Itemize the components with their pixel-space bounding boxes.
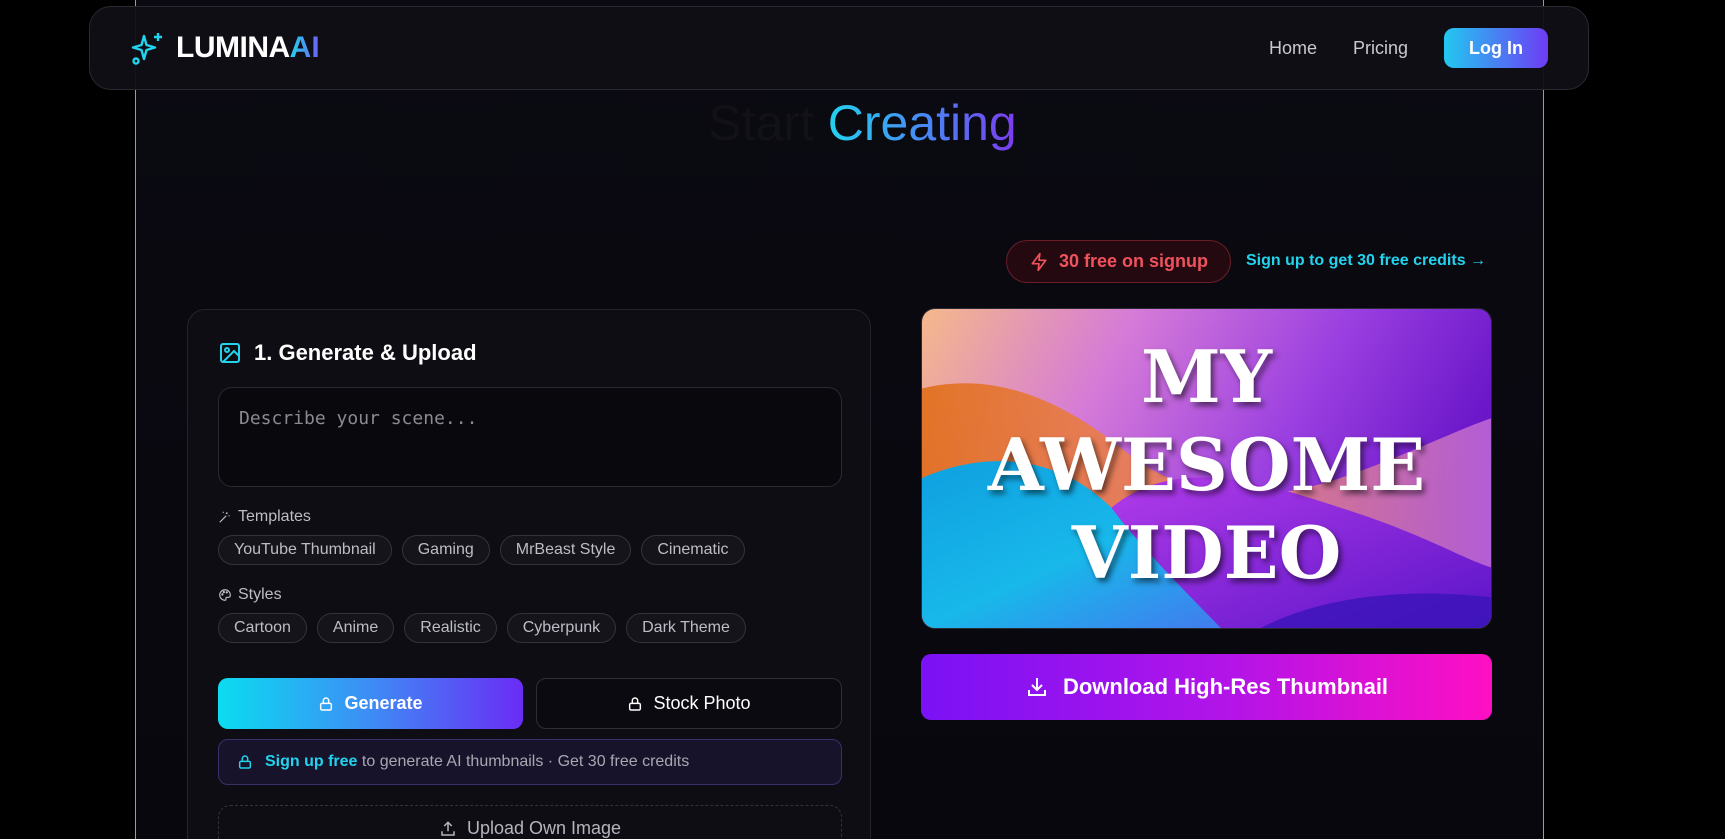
magic-wand-icon: [219, 511, 230, 523]
template-chip-cinematic[interactable]: Cinematic: [641, 535, 745, 565]
styles-chip-row: Cartoon Anime Realistic Cyberpunk Dark T…: [218, 613, 746, 643]
style-chip-anime[interactable]: Anime: [316, 613, 395, 643]
free-credits-text: 30 free on signup: [1058, 251, 1209, 271]
hero-title: Start Creating: [0, 94, 1725, 152]
panel-header: 1. Generate & Upload: [218, 340, 477, 366]
image-icon: [220, 343, 240, 363]
template-chip-youtube-thumbnail[interactable]: YouTube Thumbnail: [218, 535, 392, 565]
login-button[interactable]: Log In: [1444, 28, 1548, 68]
signup-credits-link[interactable]: Sign up to get 30 free credits →: [1246, 252, 1486, 270]
brand-name: LUMINA: [176, 31, 290, 64]
download-button-label: Download High-Res Thumbnail: [1062, 674, 1389, 699]
upload-own-image-dropzone[interactable]: Upload Own Image: [218, 805, 842, 839]
brand-logo[interactable]: LUMINA AI: [130, 30, 320, 66]
nav-home-link[interactable]: Home: [1269, 38, 1317, 59]
templates-label-text: Templates: [238, 508, 311, 525]
hero-title-accent: Creating: [827, 95, 1017, 151]
templates-chip-row: YouTube Thumbnail Gaming MrBeast Style C…: [218, 535, 745, 565]
lightning-icon: [1031, 252, 1047, 271]
sparkle-icon: [131, 33, 162, 65]
lock-icon: [238, 755, 252, 769]
download-thumbnail-button[interactable]: Download High-Res Thumbnail: [921, 654, 1492, 720]
style-chip-realistic[interactable]: Realistic: [404, 613, 497, 643]
style-chip-cyberpunk[interactable]: Cyberpunk: [506, 613, 617, 643]
generate-button[interactable]: Generate: [218, 678, 523, 729]
styles-label-text: Styles: [238, 586, 282, 603]
panel-title: 1. Generate & Upload: [254, 340, 477, 365]
top-navbar: LUMINA AI Home Pricing Log In: [89, 6, 1589, 90]
lock-icon: [629, 696, 642, 711]
thumbnail-headline: MY AWESOME VIDEO: [987, 334, 1426, 595]
free-credits-badge: 30 free on signup: [1006, 240, 1231, 283]
styles-label: Styles: [218, 586, 282, 604]
stock-photo-button-label: Stock Photo: [653, 693, 751, 713]
signup-notice: Sign up free to generate AI thumbnails ·…: [218, 739, 842, 785]
generate-button-label: Generate: [344, 693, 423, 713]
stock-photo-button[interactable]: Stock Photo: [536, 678, 842, 729]
nav-links: Home Pricing Log In: [1269, 28, 1548, 68]
signup-free-link[interactable]: Sign up free: [265, 753, 357, 770]
template-chip-gaming[interactable]: Gaming: [401, 535, 490, 565]
brand-accent: AI: [289, 31, 320, 64]
hero-title-dim: Start: [708, 95, 814, 151]
generate-upload-panel: 1. Generate & Upload Templates YouTube T…: [187, 309, 871, 839]
style-chip-cartoon[interactable]: Cartoon: [218, 613, 307, 643]
signup-notice-text: Sign up free to generate AI thumbnails ·…: [265, 753, 689, 771]
scene-description-input[interactable]: [218, 387, 842, 487]
download-icon: [1027, 678, 1046, 696]
templates-label: Templates: [218, 508, 311, 526]
nav-pricing-link[interactable]: Pricing: [1353, 38, 1408, 59]
template-chip-mrbeast-style[interactable]: MrBeast Style: [499, 535, 632, 565]
palette-icon: [219, 589, 231, 601]
signup-notice-body: to generate AI thumbnails · Get 30 free …: [357, 753, 690, 770]
upload-icon: [441, 821, 455, 836]
style-chip-dark-theme[interactable]: Dark Theme: [626, 613, 746, 643]
lock-icon: [320, 696, 333, 711]
page: LUMINA AI Home Pricing Log In Start Creat…: [0, 0, 1725, 839]
upload-label: Upload Own Image: [466, 818, 622, 838]
thumbnail-preview: MY AWESOME VIDEO: [921, 308, 1492, 629]
